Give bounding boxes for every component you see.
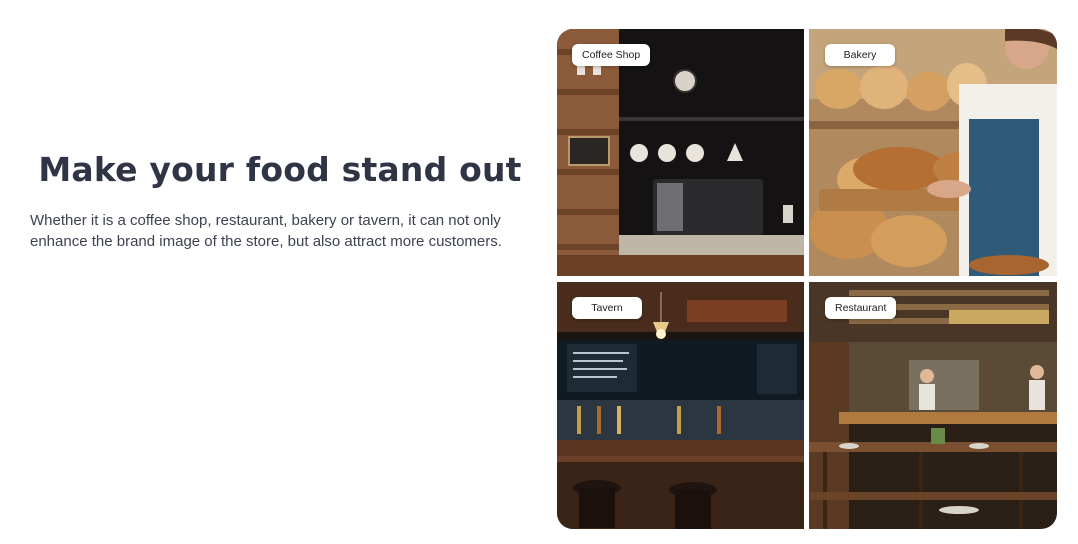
coffee-shop-image: Coffee Shop xyxy=(557,29,804,276)
tile-label-tavern: Tavern xyxy=(572,297,642,319)
hero-text: Make your food stand out Whether it is a… xyxy=(20,150,540,253)
tavern-image: Tavern xyxy=(557,282,804,529)
page-title: Make your food stand out xyxy=(38,150,522,189)
restaurant-image: Restaurant xyxy=(809,282,1057,529)
tile-label-bakery: Bakery xyxy=(825,44,895,66)
hero-description: Whether it is a coffee shop, restaurant,… xyxy=(30,211,502,251)
venue-gallery: Coffee Shop Bakery Tavern Restaurant xyxy=(557,29,1057,529)
tile-label-coffee-shop: Coffee Shop xyxy=(572,44,651,66)
bakery-image: Bakery xyxy=(809,29,1057,276)
tile-label-restaurant: Restaurant xyxy=(825,297,897,319)
